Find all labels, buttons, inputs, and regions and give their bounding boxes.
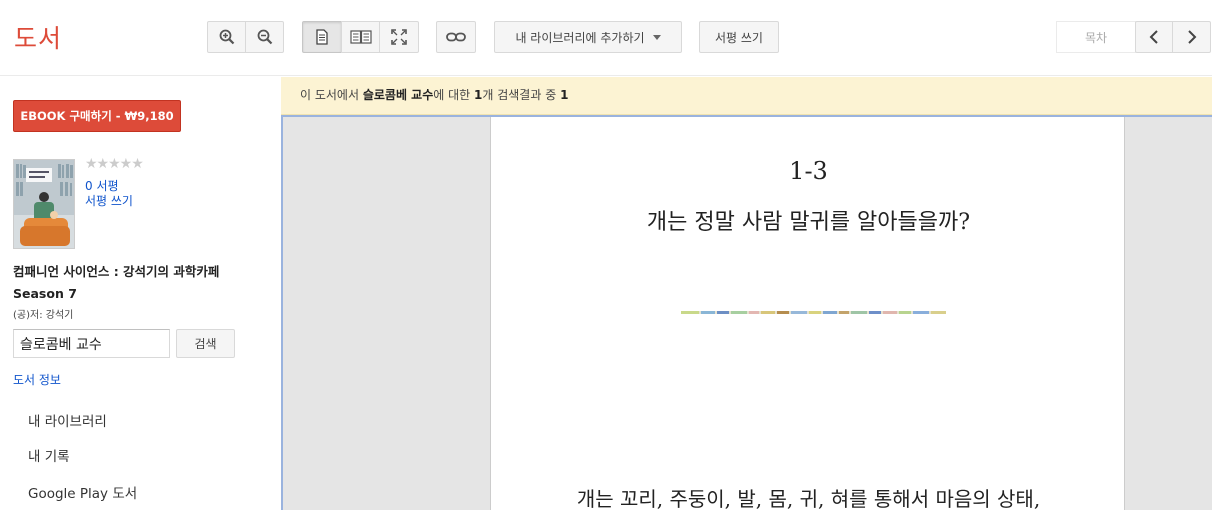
results-current: 1 <box>560 88 569 102</box>
fullscreen-button[interactable] <box>379 21 419 53</box>
toc-label: 목차 <box>1084 30 1108 45</box>
zoom-in-button[interactable] <box>207 21 246 53</box>
sidebar: EBOOK 구매하기 - ₩9,180 ★★★★★ 0 서평 서평 쓰기 컴패니… <box>0 77 281 510</box>
toc-button[interactable]: 목차 <box>1056 21 1136 53</box>
results-middle: 에 대한 <box>433 88 475 102</box>
link-icon <box>446 32 466 42</box>
fullscreen-icon <box>391 29 407 45</box>
write-review-label: 서평 쓰기 <box>715 30 763 45</box>
link-button[interactable] <box>436 21 476 53</box>
results-prefix: 이 도서에서 <box>300 88 363 102</box>
view-mode-group <box>302 21 419 53</box>
add-to-library-label: 내 라이브러리에 추가하기 <box>515 30 645 45</box>
decorative-divider <box>681 311 946 314</box>
sidebar-item-my-library[interactable]: 내 라이브러리 <box>28 410 107 430</box>
zoom-out-icon <box>257 29 272 45</box>
book-viewer[interactable]: 1-3 개는 정말 사람 말귀를 알아들을까? 개는 꼬리, 주둥이, 발, 몸… <box>281 115 1212 510</box>
chapter-number: 1-3 <box>789 157 828 185</box>
buy-ebook-button[interactable]: EBOOK 구매하기 - ₩9,180 <box>13 100 181 132</box>
page-body-text: 개는 꼬리, 주둥이, 발, 몸, 귀, 혀를 통해서 마음의 상태, <box>576 487 1041 510</box>
two-page-button[interactable] <box>341 21 380 53</box>
write-review-button[interactable]: 서평 쓰기 <box>699 21 779 53</box>
zoom-group <box>207 21 284 53</box>
book-page: 1-3 개는 정말 사람 말귀를 알아들을까? 개는 꼬리, 주둥이, 발, 몸… <box>490 117 1125 510</box>
search-results-bar: 이 도서에서 슬로콤베 교수에 대한 1개 검색결과 중 1 <box>281 77 1212 115</box>
sidebar-item-google-play-books[interactable]: Google Play 도서 <box>28 482 137 502</box>
book-author: (공)저: 강석기 <box>13 310 74 321</box>
chapter-title: 개는 정말 사람 말귀를 알아들을까? <box>646 210 971 235</box>
rating-stars[interactable]: ★★★★★ <box>85 156 144 172</box>
results-query: 슬로콤베 교수 <box>362 88 434 102</box>
previous-page-button[interactable] <box>1135 21 1173 53</box>
sidebar-item-my-history[interactable]: 내 기록 <box>28 445 70 465</box>
results-suffix: 개 검색결과 중 <box>482 88 561 102</box>
book-cover-image <box>14 160 74 248</box>
chevron-down-icon <box>652 34 661 40</box>
book-info-link[interactable]: 도서 정보 <box>13 371 61 388</box>
next-page-button[interactable] <box>1172 21 1211 53</box>
book-title: 컴패니언 사이언스 : 강석기의 과학카페 Season 7 <box>13 264 220 301</box>
write-review-link[interactable]: 서평 쓰기 <box>85 192 133 209</box>
top-toolbar: 도서 내 라이브러리에 추가하기 서평 쓰기 목차 <box>0 0 1212 76</box>
chevron-right-icon <box>1187 30 1196 44</box>
zoom-out-button[interactable] <box>245 21 284 53</box>
single-page-icon <box>316 29 328 45</box>
add-to-library-button[interactable]: 내 라이브러리에 추가하기 <box>494 21 682 53</box>
page-nav-group <box>1135 21 1211 53</box>
zoom-in-icon <box>219 29 234 45</box>
chevron-left-icon <box>1149 30 1158 44</box>
search-in-book-input[interactable] <box>13 329 170 358</box>
search-button[interactable]: 검색 <box>176 329 235 358</box>
single-page-button[interactable] <box>302 21 342 53</box>
books-logo[interactable]: 도서 <box>14 19 62 55</box>
two-page-icon <box>349 30 372 44</box>
book-cover[interactable] <box>13 159 75 249</box>
